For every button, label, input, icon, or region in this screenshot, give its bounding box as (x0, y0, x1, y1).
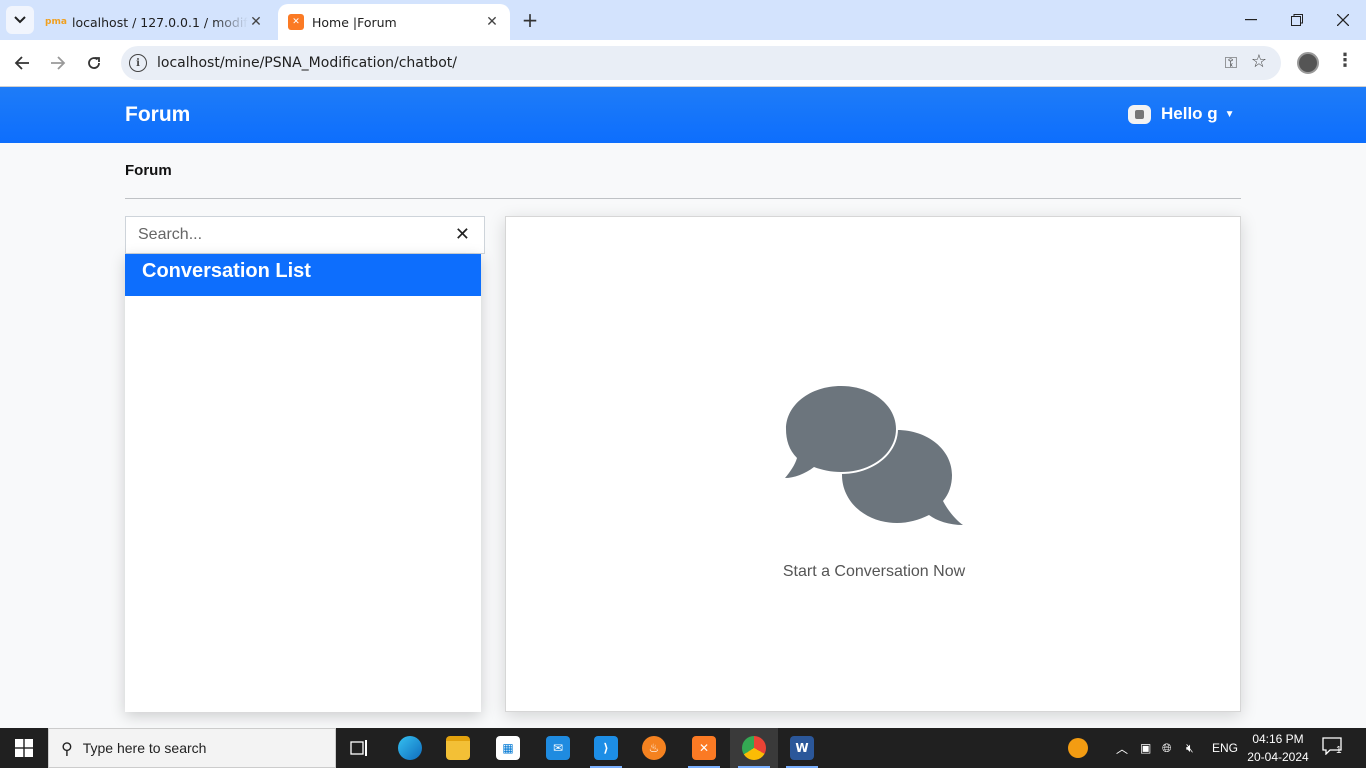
address-bar[interactable]: i localhost/mine/PSNA_Modification/chatb… (121, 46, 1281, 80)
edge-icon (398, 736, 422, 760)
chevron-down-icon (14, 16, 26, 24)
taskbar-file-explorer[interactable] (434, 728, 482, 768)
tab-forum[interactable]: ✕ Home |Forum ✕ (278, 4, 510, 40)
close-window-button[interactable] (1320, 0, 1366, 40)
folder-icon (446, 736, 470, 760)
profile-avatar[interactable] (1297, 52, 1319, 74)
windows-taskbar: ⚲ Type here to search ▦ ✉ ⟩ ♨ ✕ W ︿ ▣ 🌐︎… (0, 728, 1366, 768)
restore-button[interactable] (1274, 0, 1320, 40)
site-info-icon[interactable]: i (129, 54, 147, 72)
language-indicator[interactable]: ENG (1212, 728, 1238, 768)
arrow-right-icon (51, 56, 66, 70)
search-input[interactable] (126, 217, 446, 253)
key-icon[interactable]: ⚿ (1225, 53, 1237, 73)
new-tab-button[interactable]: + (518, 8, 542, 32)
task-view-button[interactable] (336, 728, 384, 768)
clock-date: 20-04-2024 (1247, 750, 1309, 764)
network-globe-icon[interactable]: 🌐︎ (1162, 728, 1172, 768)
restore-icon (1291, 14, 1303, 26)
forward-button[interactable] (43, 48, 73, 78)
xampp-icon: ✕ (288, 14, 304, 30)
empty-state-text: Start a Conversation Now (782, 563, 966, 580)
flame-icon: ♨ (642, 736, 666, 760)
chrome-icon (742, 736, 766, 760)
close-icon[interactable]: ✕ (248, 14, 264, 30)
windows-logo-icon (15, 739, 33, 757)
user-avatar (1128, 104, 1151, 124)
weather-icon[interactable] (1068, 728, 1088, 768)
tab-title: Home |Forum (312, 14, 397, 30)
clear-search-icon[interactable]: ✕ (455, 224, 470, 245)
address-url[interactable]: localhost/mine/PSNA_Modification/chatbot… (157, 55, 457, 71)
notification-center-icon[interactable]: 1 (1322, 737, 1344, 759)
task-view-icon (350, 740, 367, 756)
tab-phpmyadmin[interactable]: pma localhost / 127.0.0.1 / modifyal ✕ (38, 4, 274, 40)
close-icon (1337, 14, 1349, 26)
store-icon: ▦ (496, 736, 520, 760)
taskbar-firebase[interactable]: ♨ (630, 728, 678, 768)
taskbar-mail[interactable]: ✉ (534, 728, 582, 768)
bookmark-star-icon[interactable]: ☆ (1251, 51, 1267, 72)
taskbar-store[interactable]: ▦ (484, 728, 532, 768)
clock-time: 04:16 PM (1252, 732, 1304, 746)
taskbar-chrome[interactable] (730, 728, 778, 768)
close-icon[interactable]: ✕ (484, 14, 500, 30)
taskbar-edge[interactable] (386, 728, 434, 768)
taskbar-clock[interactable]: 04:16 PM 20-04-2024 (1246, 730, 1310, 766)
browser-menu-icon[interactable]: ⋮ (1336, 50, 1354, 71)
taskbar-search[interactable]: ⚲ Type here to search (48, 728, 336, 768)
page-title: Forum (125, 162, 172, 179)
notification-count: 1 (1336, 745, 1342, 756)
user-dropdown[interactable]: Hello g ▼ (1128, 104, 1235, 124)
user-greeting: Hello g (1161, 104, 1218, 123)
show-hidden-icons-icon[interactable]: ︿ (1116, 728, 1128, 768)
search-box: ✕ (125, 216, 485, 254)
phpmyadmin-icon: pma (45, 17, 67, 27)
tab-search-button[interactable] (6, 6, 34, 34)
minimize-icon (1245, 19, 1257, 21)
taskbar-vscode[interactable]: ⟩ (582, 728, 630, 768)
site-navbar: Forum Hello g ▼ (0, 87, 1366, 143)
chat-bubbles-icon (783, 384, 963, 525)
word-icon: W (790, 736, 814, 760)
chat-panel: Start a Conversation Now (505, 216, 1241, 712)
minimize-button[interactable] (1228, 0, 1274, 40)
navbar-brand[interactable]: Forum (125, 103, 190, 127)
caret-down-icon: ▼ (1224, 108, 1235, 120)
conversation-list-panel: Conversation List (125, 254, 481, 712)
divider (125, 198, 1241, 199)
back-button[interactable] (7, 48, 37, 78)
taskbar-word[interactable]: W (778, 728, 826, 768)
vscode-icon: ⟩ (594, 736, 618, 760)
reload-icon (88, 57, 100, 69)
taskbar-search-placeholder: Type here to search (82, 740, 207, 756)
tab-title: localhost / 127.0.0.1 / modifyal (72, 14, 248, 30)
xampp-icon: ✕ (692, 736, 716, 760)
browser-tab-bar: pma localhost / 127.0.0.1 / modifyal ✕ ✕… (0, 0, 1366, 40)
start-button[interactable] (0, 728, 48, 768)
reload-button[interactable] (79, 48, 109, 78)
mail-icon: ✉ (546, 736, 570, 760)
arrow-left-icon (14, 56, 29, 70)
search-icon: ⚲ (61, 738, 73, 758)
meet-now-icon[interactable]: ▣ (1140, 728, 1151, 768)
browser-toolbar: i localhost/mine/PSNA_Modification/chatb… (0, 40, 1366, 87)
volume-muted-icon[interactable]: 🔇︎ (1186, 728, 1194, 768)
taskbar-xampp[interactable]: ✕ (680, 728, 728, 768)
conversation-list-header: Conversation List (125, 254, 481, 296)
